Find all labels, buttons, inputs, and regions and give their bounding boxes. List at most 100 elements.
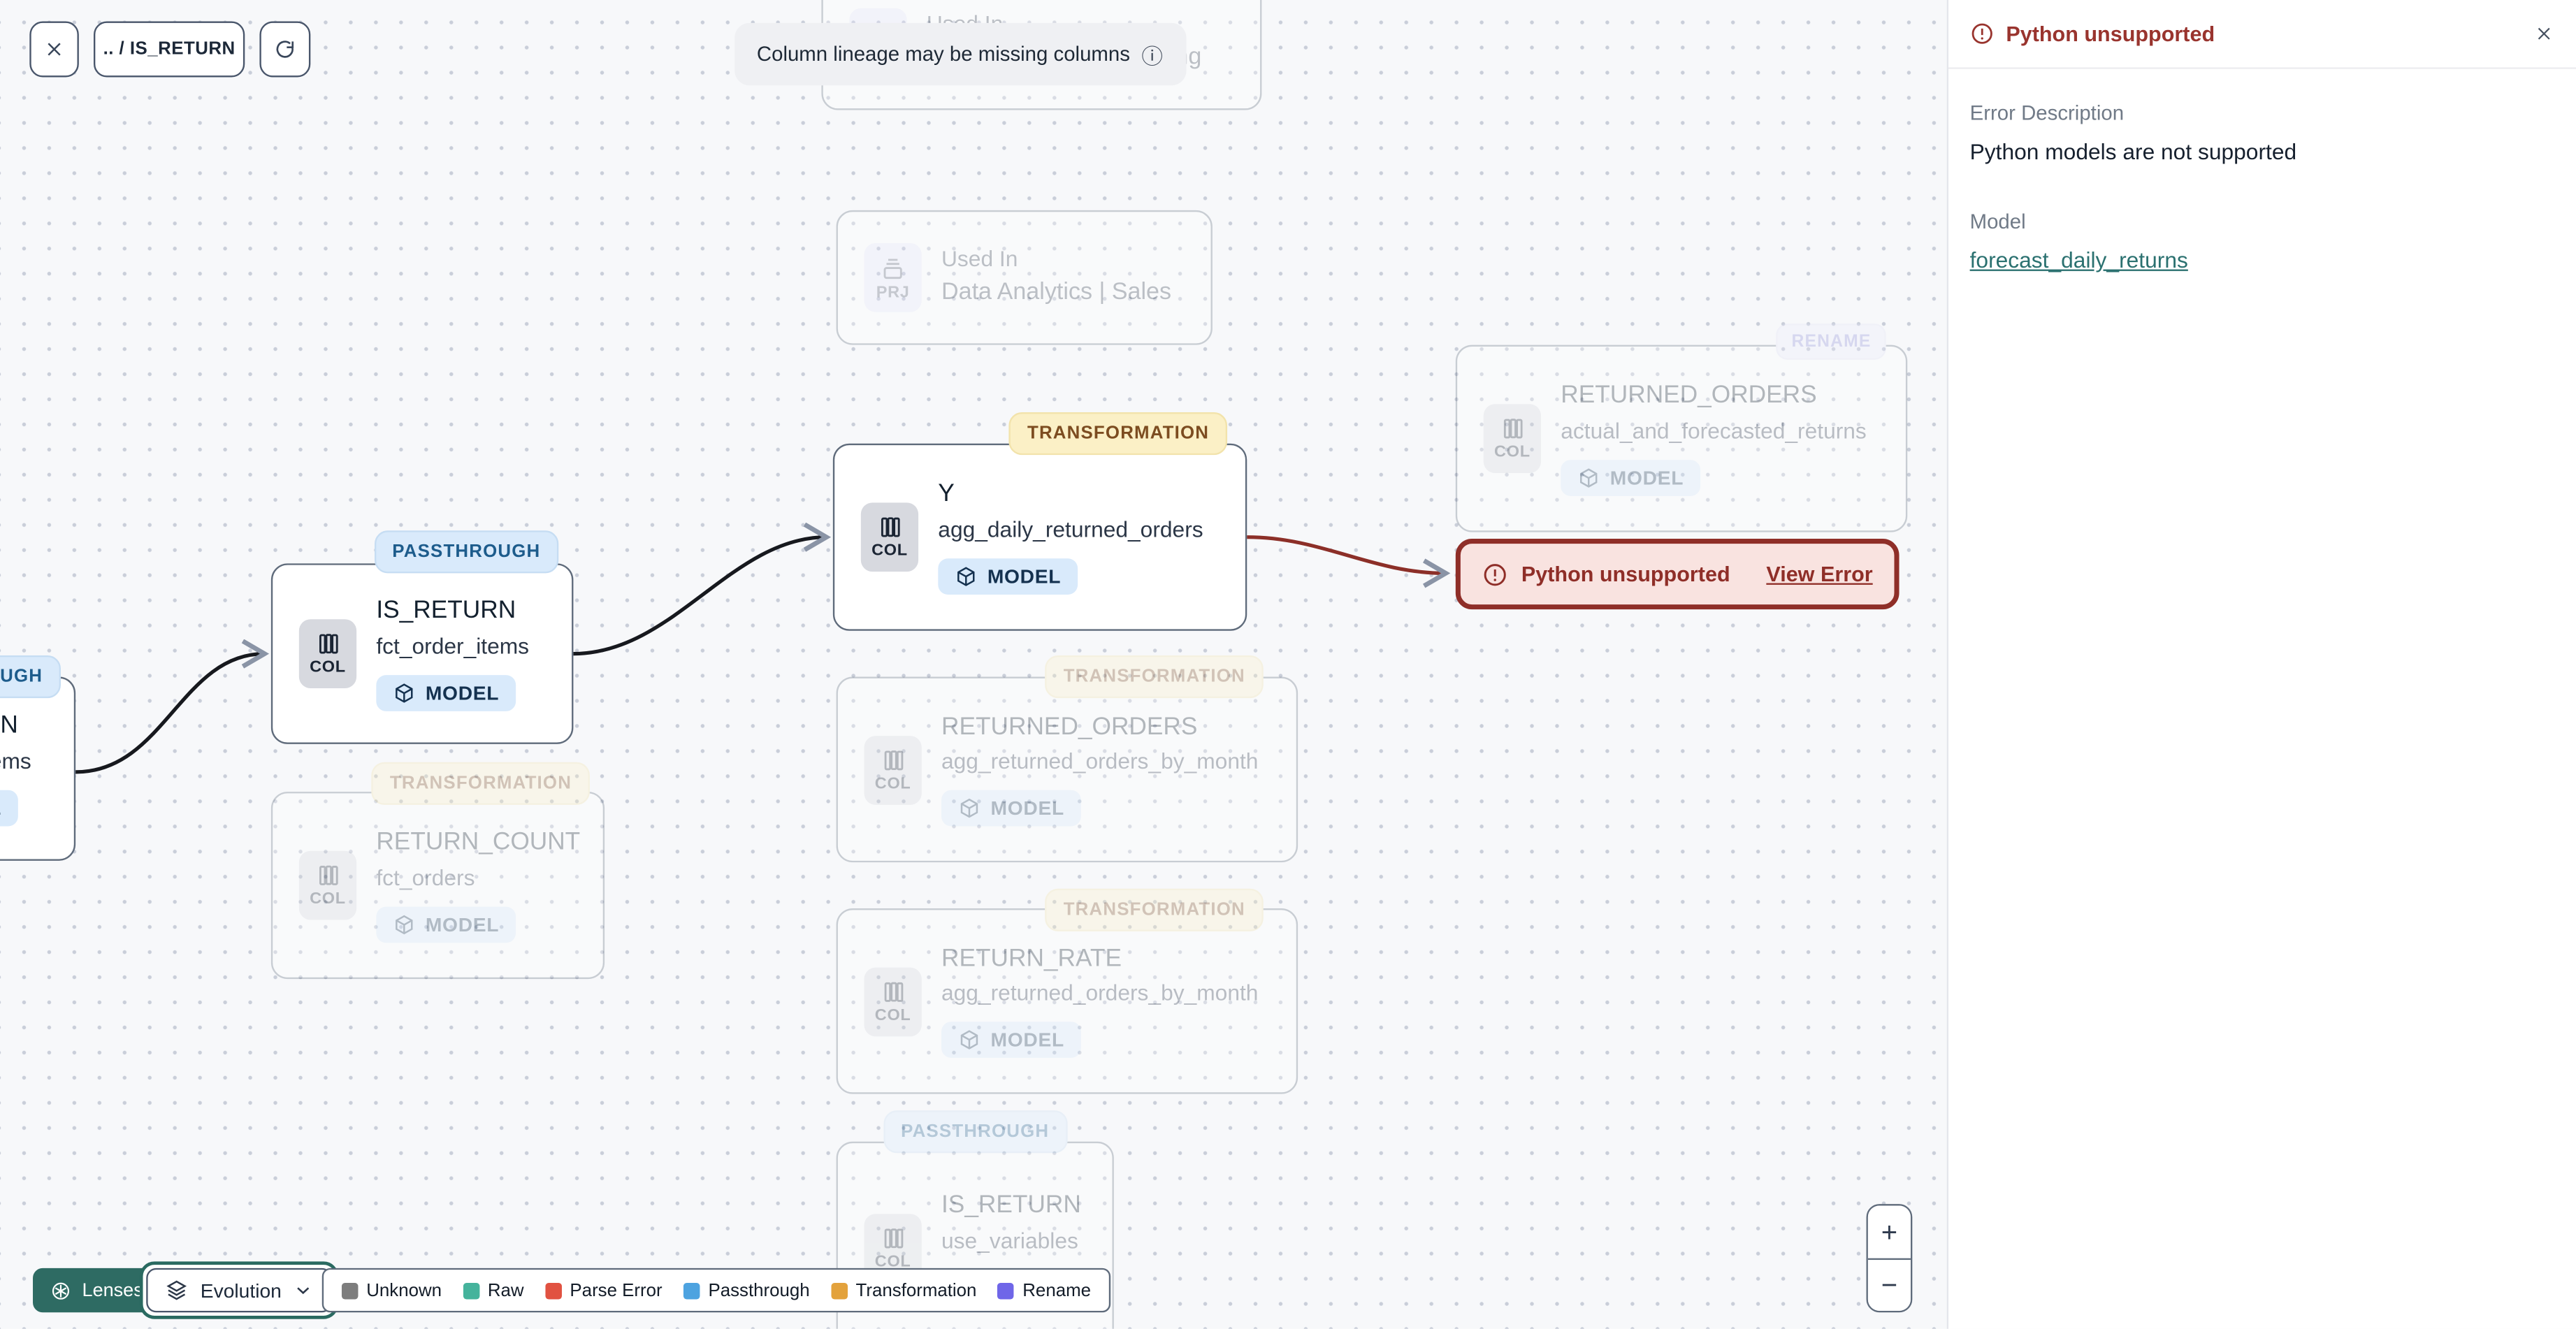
lens-selector-value: Evolution [200,1279,282,1302]
transformation-badge: TRANSFORMATION [1045,888,1264,931]
node-title: RETURN_COUNT [376,827,581,856]
transformation-badge: TRANSFORMATION [1045,655,1264,699]
view-error-link[interactable]: View Error [1766,562,1872,586]
columns-icon [880,517,899,537]
node-subtitle: fct_orders [376,865,475,890]
legend-swatch-transformation [831,1281,848,1299]
panel-close-button[interactable] [2533,23,2555,45]
node-subtitle: agg_returned_orders_by_month [941,981,1259,1006]
column-icon: COL [298,619,357,688]
node-subtitle: agg_returned_orders_by_month [941,749,1259,774]
zoom-in-button[interactable]: + [1867,1205,1911,1258]
model-chip-label: MODEL [987,565,1062,588]
node-title: IS_RETURN [941,1191,1081,1219]
chevron-down-icon [298,1287,310,1295]
column-icon: COL [864,966,922,1036]
node-title: IS_RETURN [376,596,516,625]
transformation-badge: TRANSFORMATION [372,762,590,805]
project-icon: PRJ [864,242,922,312]
node-subtitle: fct_order_items [0,748,31,774]
close-lineage-button[interactable] [29,21,79,78]
column-icon: COL [860,502,919,572]
cube-icon [957,567,975,586]
cube-icon [960,799,978,819]
column-icon: COL [864,734,922,804]
legend-swatch-passthrough [683,1281,700,1299]
icon-box-label: COL [874,1005,911,1024]
lenses-label: Lenses [82,1280,143,1300]
model-label: Model [1969,210,2026,233]
legend-item: Unknown [341,1280,442,1300]
model-chip: MODEL [376,675,516,711]
legend-swatch-rename [998,1281,1015,1299]
stack-icon [883,258,902,278]
legend-item: Passthrough [683,1280,810,1300]
model-chip: MODEL [376,906,516,943]
lineage-warning-banner: Column lineage may be missing columns ⓘ [733,22,1186,86]
lineage-node-returned-orders-month[interactable]: TRANSFORMATION COL RETURNED_ORDERS agg_r… [836,655,1298,863]
model-chip: MODEL [0,790,18,827]
lens-selector[interactable]: Evolution [139,1261,340,1319]
lineage-node-y-agg-daily[interactable]: TRANSFORMATION COL Y agg_daily_returned_… [832,412,1247,631]
column-icon: COL [298,850,357,920]
columns-icon [883,1228,903,1249]
edge-black-left [75,654,264,774]
refresh-button[interactable] [259,21,311,78]
warning-circle-icon [1484,563,1506,586]
model-chip-label: MODEL [425,681,500,705]
model-chip-label: MODEL [425,913,500,936]
node-title: RETURNED_ORDERS [941,712,1198,741]
panel-body: Error Description Python models are not … [1948,69,2576,309]
edge-error-red [1247,535,1445,574]
model-chip-label: MODEL [1609,466,1684,490]
lineage-node-return-count[interactable]: TRANSFORMATION COL RETURN_COUNT fct_orde… [270,762,605,980]
lineage-node-used-in-sales[interactable]: PRJ Used In Data Analytics | Sales [836,210,1213,345]
lineage-node-is-return-fct-order-items[interactable]: PASSTHROUGH COL IS_RETURN fct_order_item… [270,530,574,744]
close-icon [48,43,61,56]
node-title: RETURNED_ORDERS [1561,381,1817,409]
error-description-text: Python models are not supported [1969,139,2297,165]
zoom-controls: + − [1866,1204,1913,1313]
rename-badge: RENAME [1777,324,1886,360]
lineage-node-return-rate[interactable]: TRANSFORMATION COL RETURN_RATE agg_retur… [836,888,1298,1094]
refresh-icon [276,40,294,57]
legend-swatch-unknown [341,1281,359,1299]
passthrough-badge: PASSTHROUGH [883,1110,1068,1154]
edge-black-center [573,537,826,656]
icon-box-label: COL [1494,443,1531,462]
icon-box-label: PRJ [876,283,910,302]
columns-icon [883,749,903,770]
model-link[interactable]: forecast_daily_returns [1970,248,2188,273]
edge-type-legend: Unknown Raw Parse Error Passthrough Tran… [321,1268,1111,1313]
cube-icon [396,915,413,935]
columns-icon [1503,419,1522,439]
banner-text: Column lineage may be missing columns [756,43,1130,66]
close-icon [2538,27,2550,40]
cube-icon [396,683,413,703]
column-icon: COL [1483,404,1542,474]
cube-icon [960,1031,978,1050]
layers-icon [166,1280,187,1300]
lineage-canvas[interactable]: PRJ Used In Data Analytics | Marketing P… [0,0,1947,1329]
zoom-out-button[interactable]: − [1867,1258,1911,1311]
model-chip: MODEL [941,790,1081,827]
panel-header: Python unsupported [1948,0,2576,69]
error-node-badge[interactable]: Python unsupported View Error [1455,539,1900,610]
model-chip: MODEL [941,1022,1081,1059]
app-window: PRJ Used In Data Analytics | Marketing P… [0,0,2576,1329]
info-icon[interactable]: ⓘ [1141,38,1163,70]
legend-item: Raw [463,1280,524,1300]
aperture-icon [52,1281,70,1299]
lineage-node-returned-orders-forecast[interactable]: RENAME COL RETURNED_ORDERS actual_and_fo… [1455,324,1908,532]
columns-icon [318,634,338,654]
breadcrumb[interactable]: .. / IS_RETURN [93,21,245,78]
icon-box-label: COL [310,658,346,677]
node-title: Used In [941,247,1018,272]
node-title: IS_RETURN [0,711,18,739]
legend-swatch-raw [463,1281,480,1299]
node-subtitle: fct_order_items [376,633,530,659]
node-subtitle: actual_and_forecasted_returns [1561,418,1867,444]
lineage-node-is-return-clipped[interactable]: PASSTHROUGH COL IS_RETURN fct_order_item… [0,655,76,861]
model-chip: MODEL [938,558,1078,595]
error-description-label: Error Description [1969,101,2125,125]
